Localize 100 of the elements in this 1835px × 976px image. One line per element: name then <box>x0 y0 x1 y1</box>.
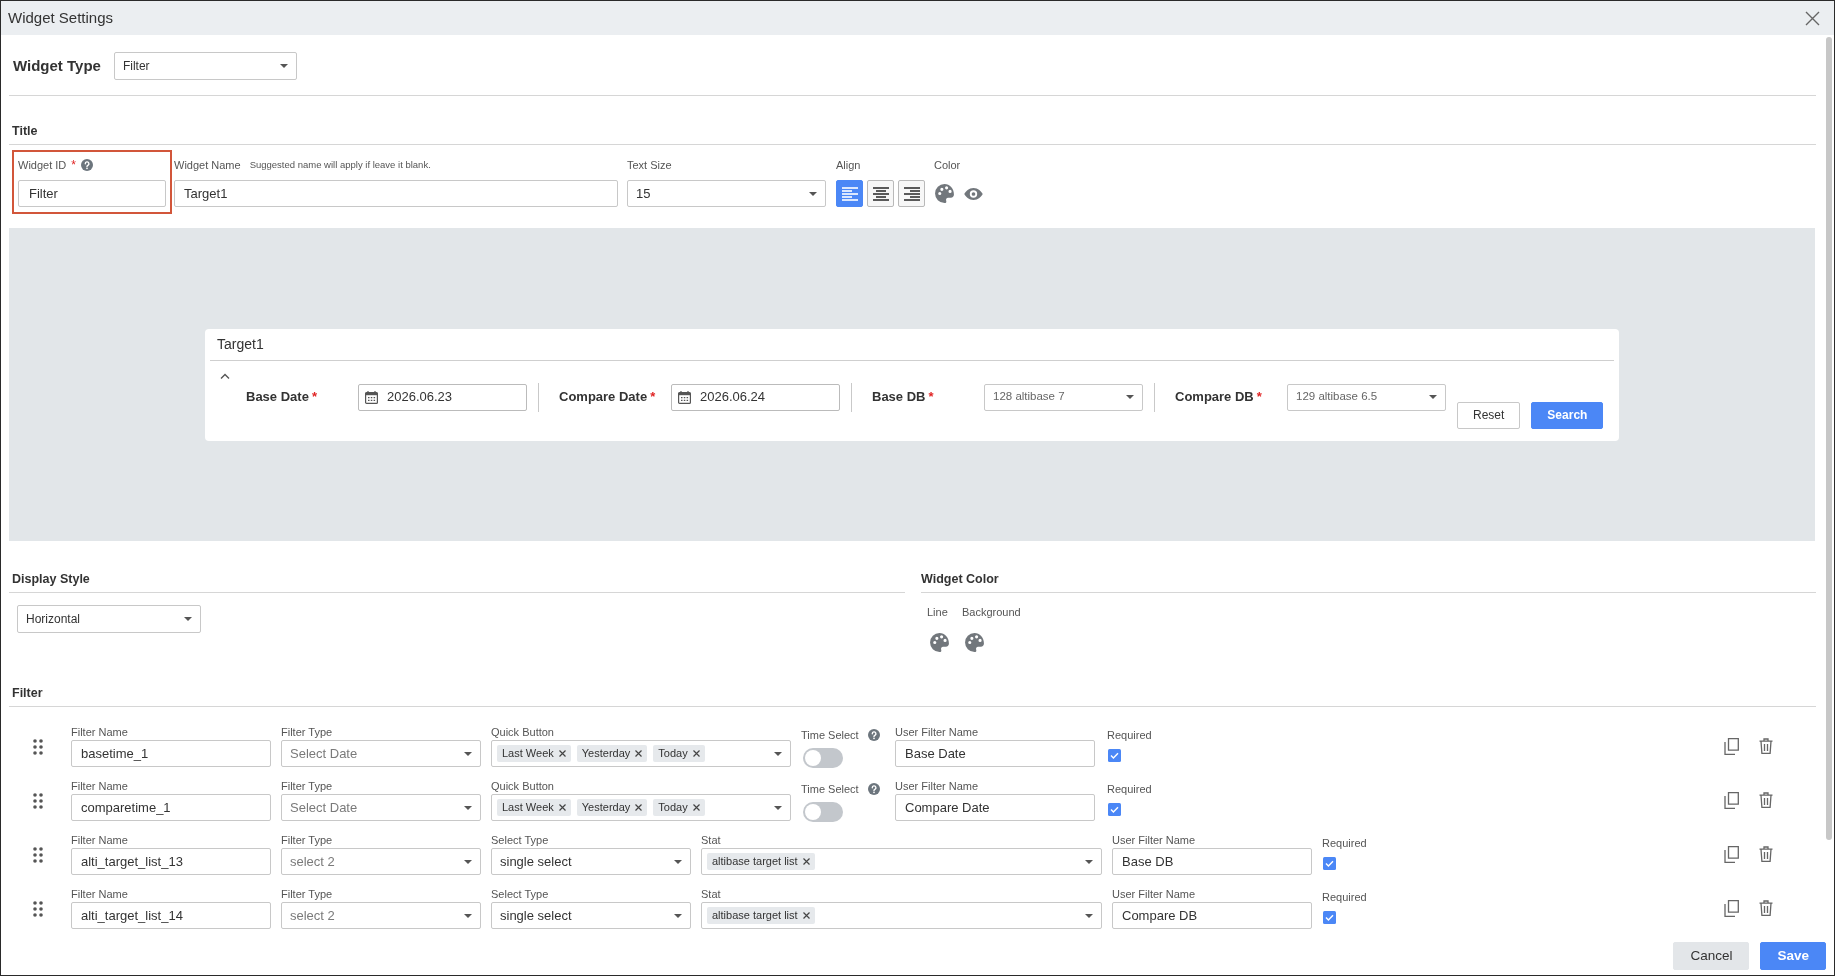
caret-icon <box>809 191 817 196</box>
field-label: Background <box>962 606 1021 618</box>
close-icon[interactable] <box>1805 10 1820 26</box>
checkbox[interactable] <box>1108 749 1121 762</box>
tag[interactable]: Yesterday <box>576 745 648 762</box>
field-label: User Filter Name <box>895 726 980 738</box>
caret-icon <box>464 751 472 756</box>
section-heading: Filter <box>11 686 44 700</box>
widget-name-input[interactable]: Target1 <box>174 180 618 207</box>
display-style-dropdown[interactable]: Horizontal <box>17 605 201 633</box>
filter-name-input[interactable]: basetime_1 <box>71 740 271 767</box>
remove-icon[interactable] <box>692 750 700 757</box>
caret-icon <box>1126 395 1134 399</box>
drag-handle-icon[interactable] <box>33 847 43 863</box>
copy-icon[interactable] <box>1724 792 1739 809</box>
cancel-button[interactable]: Cancel <box>1673 942 1750 970</box>
widget-type-dropdown[interactable]: Filter <box>113 52 297 80</box>
field-label: Line <box>927 606 948 618</box>
copy-icon[interactable] <box>1724 900 1739 917</box>
select-type-dropdown[interactable]: single select <box>491 848 691 875</box>
widget-id-input[interactable]: Filter <box>18 180 166 207</box>
drag-handle-icon[interactable] <box>33 793 43 809</box>
field-label: Time Select <box>801 783 859 795</box>
help-icon[interactable] <box>80 159 93 171</box>
help-icon[interactable] <box>867 729 880 741</box>
field-label: Widget Type <box>13 57 101 75</box>
required-asterisk: * <box>1256 389 1262 405</box>
tag[interactable]: Last Week <box>497 799 571 816</box>
required-asterisk: * <box>311 389 317 405</box>
filter-name-input[interactable]: alti_target_list_14 <box>71 902 271 929</box>
field-label: Widget Name <box>174 158 241 172</box>
filter-name-input[interactable]: alti_target_list_13 <box>71 848 271 875</box>
palette-icon[interactable] <box>934 183 955 204</box>
dropdown[interactable]: 129 altibase 6.5 <box>1287 383 1446 411</box>
copy-icon[interactable] <box>1724 846 1739 863</box>
align-center-button[interactable] <box>867 180 894 207</box>
toggle-switch[interactable] <box>803 748 843 768</box>
user-filter-name-input[interactable]: Base DB <box>1112 848 1312 875</box>
checkbox[interactable] <box>1323 857 1336 870</box>
help-icon[interactable] <box>867 783 880 795</box>
widget-title: Target1 <box>216 334 265 354</box>
caret-icon <box>464 805 472 810</box>
tag[interactable]: Today <box>653 745 705 762</box>
trash-icon[interactable] <box>1759 846 1773 862</box>
tag[interactable]: altibase target list <box>707 853 815 870</box>
scrollbar[interactable] <box>1826 37 1832 840</box>
text-size-dropdown[interactable]: 15 <box>627 180 826 207</box>
tag[interactable]: altibase target list <box>707 907 815 924</box>
caret-icon <box>1085 859 1093 864</box>
user-filter-name-input[interactable]: Base Date <box>895 740 1095 767</box>
remove-icon[interactable] <box>635 750 643 757</box>
multi-select-field[interactable]: Last Week Yesterday Today <box>491 794 791 821</box>
caret-icon <box>464 859 472 864</box>
checkbox[interactable] <box>1108 803 1121 816</box>
palette-icon[interactable] <box>929 632 950 653</box>
tag[interactable]: Today <box>653 799 705 816</box>
filter-name-input[interactable]: comparetime_1 <box>71 794 271 821</box>
field-label: Required <box>1322 837 1367 849</box>
remove-icon[interactable] <box>802 912 810 919</box>
trash-icon[interactable] <box>1759 900 1773 916</box>
caret-icon <box>674 913 682 918</box>
date-input[interactable]: 2026.06.24 <box>671 383 840 411</box>
field-label: Compare Date <box>559 389 648 405</box>
eye-icon[interactable] <box>964 187 983 200</box>
remove-icon[interactable] <box>692 804 700 811</box>
tag[interactable]: Yesterday <box>576 799 648 816</box>
field-label: User Filter Name <box>1112 888 1197 900</box>
drag-handle-icon[interactable] <box>33 739 43 755</box>
field-label: Select Type <box>491 888 550 900</box>
palette-icon[interactable] <box>964 632 985 653</box>
drag-handle-icon[interactable] <box>33 901 43 917</box>
trash-icon[interactable] <box>1759 792 1773 808</box>
remove-icon[interactable] <box>802 858 810 865</box>
align-left-button[interactable] <box>836 180 863 207</box>
user-filter-name-input[interactable]: Compare DB <box>1112 902 1312 929</box>
field-label: Stat <box>701 834 722 846</box>
reset-button[interactable]: Reset <box>1457 401 1521 429</box>
multi-select-field[interactable]: Last Week Yesterday Today <box>491 740 791 767</box>
remove-icon[interactable] <box>558 750 566 757</box>
field-label: Compare DB <box>1175 389 1254 405</box>
checkbox[interactable] <box>1323 911 1336 924</box>
user-filter-name-input[interactable]: Compare Date <box>895 794 1095 821</box>
toggle-switch[interactable] <box>803 802 843 822</box>
chevron-up-icon[interactable] <box>220 372 230 379</box>
field-label: Base Date <box>246 389 309 405</box>
copy-icon[interactable] <box>1724 738 1739 755</box>
trash-icon[interactable] <box>1759 738 1773 754</box>
align-right-button[interactable] <box>898 180 925 207</box>
section-heading: Widget Color <box>921 572 1000 586</box>
select-type-dropdown[interactable]: single select <box>491 902 691 929</box>
dropdown[interactable]: 128 altibase 7 <box>984 383 1143 411</box>
remove-icon[interactable] <box>635 804 643 811</box>
date-input[interactable]: 2026.06.23 <box>358 383 527 411</box>
multi-select-field[interactable]: altibase target list <box>701 902 1102 929</box>
required-asterisk: * <box>650 389 656 405</box>
multi-select-field[interactable]: altibase target list <box>701 848 1102 875</box>
caret-icon <box>184 617 192 621</box>
align-left-icon <box>841 186 858 201</box>
tag[interactable]: Last Week <box>497 745 571 762</box>
remove-icon[interactable] <box>558 804 566 811</box>
